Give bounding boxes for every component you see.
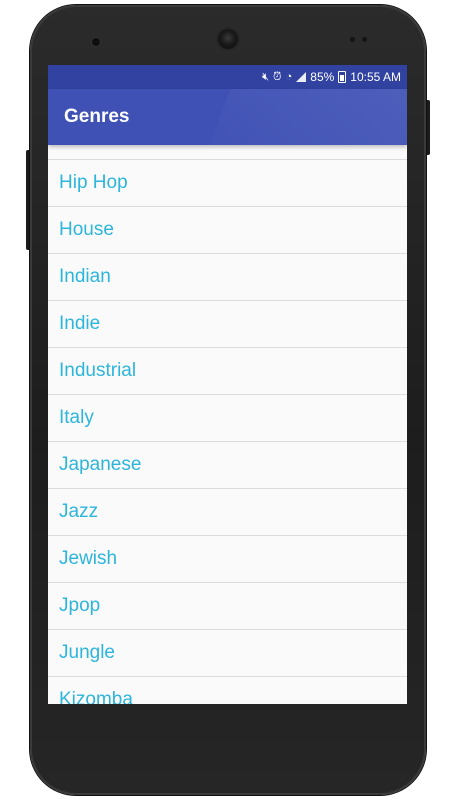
list-item-label: Hip Hop (59, 172, 128, 193)
list-item-hip-hop[interactable]: Hip Hop (48, 160, 407, 207)
list-item-label: Japanese (59, 454, 142, 475)
battery-percent: 85% (310, 70, 335, 84)
list-item-italy[interactable]: Italy (48, 395, 407, 442)
list-item-jungle[interactable]: Jungle (48, 630, 407, 677)
status-bar: 🔇︎ ⏰︎ ◔ 85% 10:55 AM (48, 65, 407, 89)
list-item-label: Industrial (59, 360, 137, 381)
mute-icon: 🔇︎ (262, 71, 270, 83)
list-item-jpop[interactable]: Jpop (48, 583, 407, 630)
list-item-label: Jpop (59, 595, 101, 616)
list-item-label: Jewish (59, 548, 118, 569)
battery-icon (338, 71, 347, 83)
light-sensor-dot (362, 37, 367, 42)
list-item-partial (48, 145, 407, 160)
list-item-label: Kizomba (59, 689, 133, 704)
list-item-label: Indie (59, 313, 101, 334)
list-item-jazz[interactable]: Jazz (48, 489, 407, 536)
app-bar: Genres (48, 89, 407, 145)
genre-list[interactable]: Hip Hop House Indian Indie Industrial It… (48, 145, 407, 704)
clock: 10:55 AM (350, 70, 401, 84)
list-item-japanese[interactable]: Japanese (48, 442, 407, 489)
proximity-sensor-dot (350, 37, 355, 42)
list-item-label: Italy (59, 407, 94, 428)
list-item-jewish[interactable]: Jewish (48, 536, 407, 583)
alarm-icon: ⏰︎ (273, 71, 282, 83)
list-item-label: Jungle (59, 642, 115, 663)
list-item-label: House (59, 219, 114, 240)
list-item-house[interactable]: House (48, 207, 407, 254)
list-item-indie[interactable]: Indie (48, 301, 407, 348)
list-item-label: Indian (59, 266, 111, 287)
list-item-label: Jazz (59, 501, 99, 522)
list-item-industrial[interactable]: Industrial (48, 348, 407, 395)
front-sensor-dot (92, 38, 100, 46)
list-item-kizomba[interactable]: Kizomba (48, 677, 407, 704)
page-title: Genres (64, 106, 130, 127)
screen: 🔇︎ ⏰︎ ◔ 85% 10:55 AM Genres Hip Hop Hous… (48, 65, 407, 704)
signal-icon (296, 72, 307, 82)
front-camera-icon (218, 29, 238, 49)
list-item-indian[interactable]: Indian (48, 254, 407, 301)
wifi-icon: ◔ (285, 71, 293, 83)
